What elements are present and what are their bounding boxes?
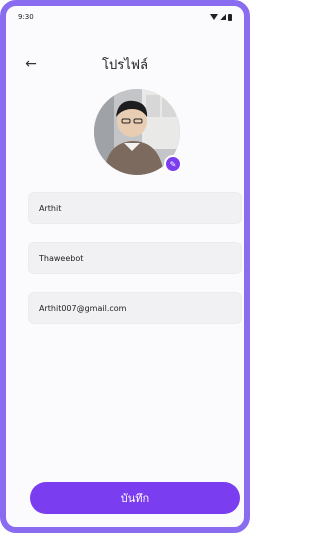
battery-icon [228, 13, 232, 21]
status-icons [210, 13, 232, 21]
phone-frame: 9:30 ← โปรไฟล์ ✎ Arthit Thaweebot Arthit… [0, 0, 250, 533]
app-bar: ← โปรไฟล์ [6, 51, 244, 77]
signal-icon [220, 14, 226, 20]
arrow-left-icon: ← [25, 56, 37, 72]
back-button[interactable]: ← [20, 53, 42, 75]
page-title: โปรไฟล์ [102, 57, 148, 73]
edit-avatar-button[interactable]: ✎ [164, 155, 182, 173]
first-name-input[interactable] [39, 203, 231, 213]
first-name-field[interactable] [28, 192, 242, 224]
last-name-input[interactable] [39, 253, 231, 263]
save-button[interactable]: บันทึก [30, 482, 240, 514]
avatar-container: ✎ [94, 89, 182, 175]
email-input[interactable] [39, 303, 231, 313]
wifi-icon [210, 14, 218, 20]
last-name-field[interactable] [28, 242, 242, 274]
email-field[interactable] [28, 292, 242, 324]
pencil-icon: ✎ [169, 159, 177, 169]
status-bar: 9:30 [6, 6, 244, 28]
status-time: 9:30 [18, 13, 34, 21]
